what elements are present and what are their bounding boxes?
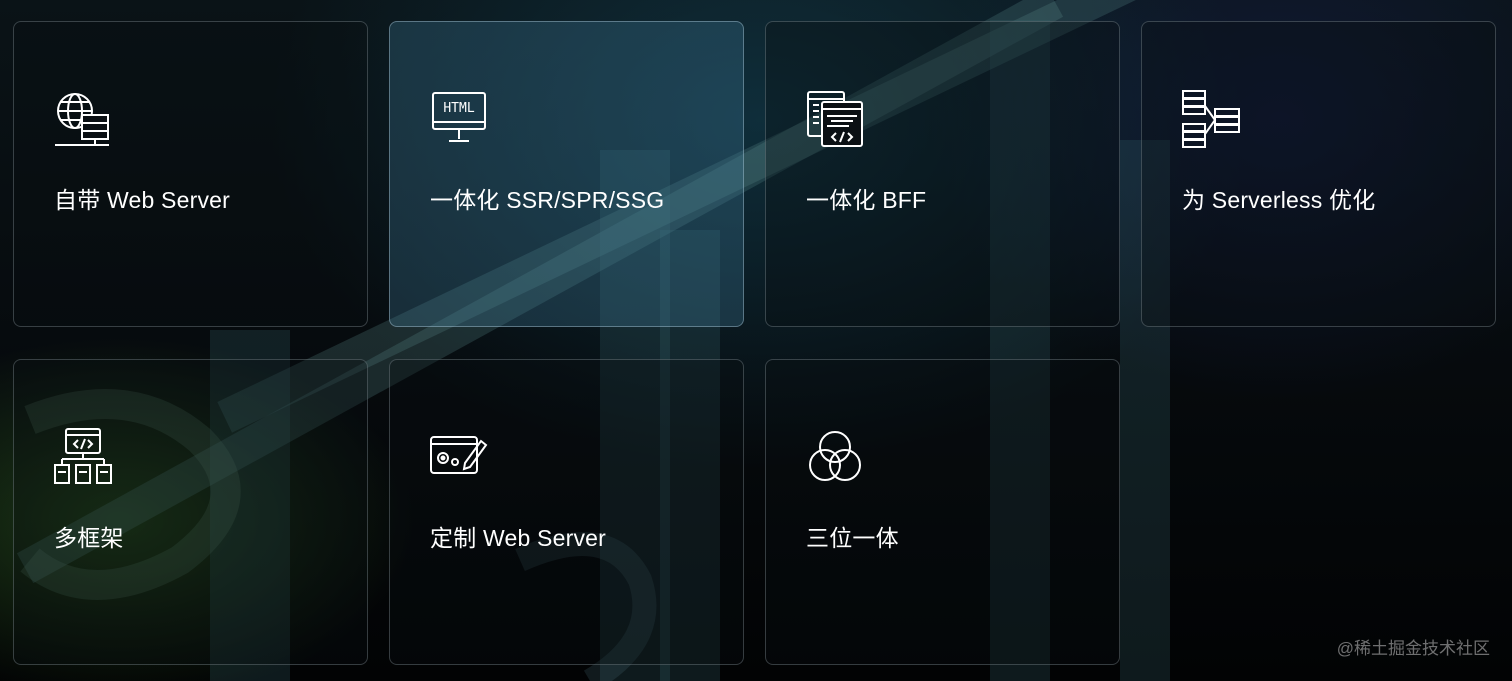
feature-section: 自带 Web Server HTML 一体化 SSR/SPR/SSG 一体化 B… (0, 0, 1512, 681)
server-network-icon (1181, 89, 1241, 149)
feature-card-serverless[interactable]: 为 Serverless 优化 (1141, 21, 1496, 327)
feature-label: 三位一体 (806, 525, 899, 551)
feature-label: 一体化 SSR/SPR/SSG (430, 187, 665, 213)
feature-label: 多框架 (54, 525, 124, 551)
framework-tree-icon (53, 427, 113, 487)
feature-label: 为 Serverless 优化 (1182, 187, 1376, 213)
feature-card-three-in-one[interactable]: 三位一体 (765, 359, 1120, 665)
feature-label: 定制 Web Server (430, 525, 606, 551)
svg-text:HTML: HTML (443, 101, 474, 116)
feature-card-custom-web-server[interactable]: 定制 Web Server (389, 359, 744, 665)
feature-card-multi-framework[interactable]: 多框架 (13, 359, 368, 665)
feature-label: 一体化 BFF (806, 187, 927, 213)
settings-edit-window-icon (429, 427, 489, 487)
feature-card-web-server[interactable]: 自带 Web Server (13, 21, 368, 327)
watermark: @稀土掘金技术社区 (1336, 639, 1490, 658)
code-windows-icon (805, 89, 865, 149)
globe-server-icon (53, 89, 113, 149)
feature-label: 自带 Web Server (54, 187, 230, 213)
feature-card-ssr-spr-ssg[interactable]: HTML 一体化 SSR/SPR/SSG (389, 21, 744, 327)
three-circles-icon (805, 427, 865, 487)
feature-card-bff[interactable]: 一体化 BFF (765, 21, 1120, 327)
html-monitor-icon: HTML (429, 89, 489, 149)
